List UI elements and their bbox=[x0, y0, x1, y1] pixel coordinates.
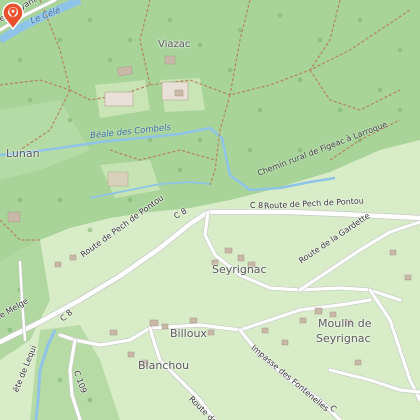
map-view[interactable]: Viazac Lunan Seyrignac Billoux Blanchou … bbox=[0, 0, 420, 420]
map-pin-icon[interactable] bbox=[0, 0, 26, 30]
place-label-lunan: Lunan bbox=[6, 147, 40, 160]
road-label-c8-right: C 8 bbox=[249, 200, 264, 211]
place-label-billoux: Billoux bbox=[170, 327, 207, 340]
place-label-moulin-line2: Seyrignac bbox=[316, 332, 371, 345]
place-label-viazac: Viazac bbox=[158, 39, 191, 50]
place-label-seyrignac: Seyrignac bbox=[212, 263, 267, 276]
place-label-moulin-line1: Moulin de bbox=[318, 317, 372, 330]
map-base-layer bbox=[0, 0, 420, 420]
place-label-blanchou: Blanchou bbox=[138, 359, 190, 372]
